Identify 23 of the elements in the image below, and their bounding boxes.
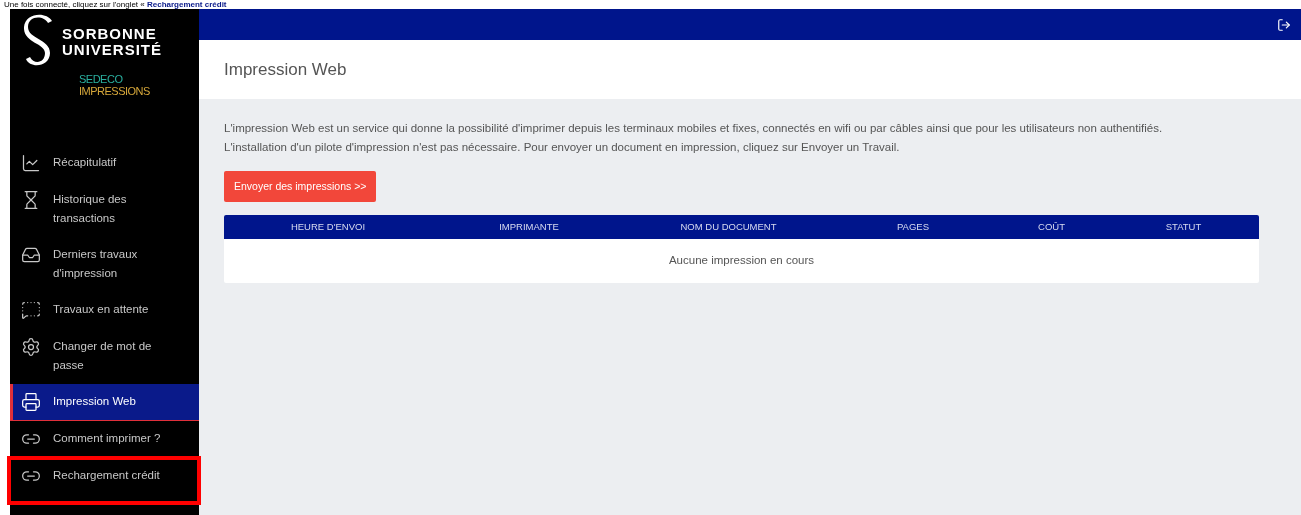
caption: Une fois connecté, cliquez sur l'onglet « Rechargement crédit <box>4 0 227 9</box>
column-header: COÛT <box>1037 219 1066 234</box>
intro-text: L'impression Web est un service qui donne la possibilité d'imprimer depuis les terminaux mobiles et fixes, connectés en wifi ou par câbles ainsi que pour les utilisateurs non authentifiés. <box>224 121 1164 136</box>
line-chart-icon <box>21 153 41 173</box>
empty-message: Aucune impression en cours <box>668 253 815 269</box>
product-name: SEDECO <box>79 73 124 85</box>
logo-text: UNIVERSITÉ <box>62 42 162 58</box>
inbox-icon <box>21 245 41 265</box>
send-button[interactable]: Envoyer des impressions >> <box>224 171 377 202</box>
product-name: IMPRESSIONS <box>79 85 150 97</box>
settings-icon <box>21 337 41 357</box>
intro-text: L'installation d'un pilote d'impression n'est pas nécessaire. Pour envoyer un document en impression, cliquez sur Envoyer un Travail. <box>224 140 901 155</box>
logout-icon[interactable] <box>1277 17 1291 32</box>
logo-text: SORBONNE <box>62 26 158 42</box>
speech-bubble-icon <box>21 300 41 320</box>
printer-icon <box>21 392 41 412</box>
column-header: STATUT <box>1164 219 1203 234</box>
column-header: NOM DU DOCUMENT <box>679 219 778 234</box>
sidebar-item[interactable]: Impression Web <box>10 384 199 421</box>
column-header: IMPRIMANTE <box>498 219 560 234</box>
column-header: PAGES <box>896 219 930 234</box>
column-header: HEURE D'ENVOI <box>289 219 367 234</box>
page-title: Impression Web <box>224 58 347 81</box>
